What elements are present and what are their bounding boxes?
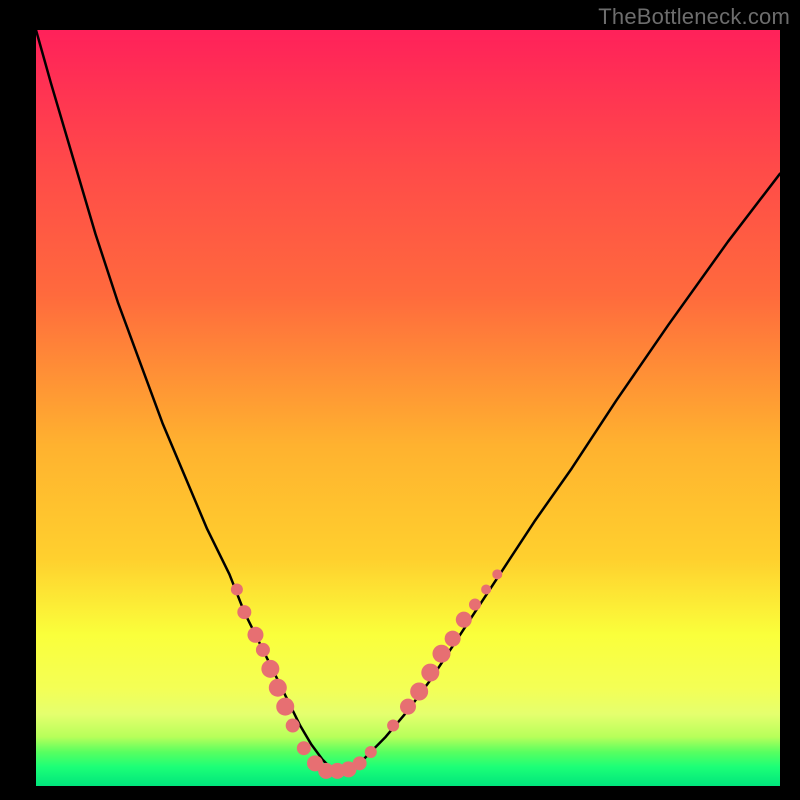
data-marker — [387, 720, 399, 732]
data-marker — [365, 746, 377, 758]
data-marker — [492, 569, 502, 579]
data-marker — [261, 660, 279, 678]
data-marker — [231, 583, 243, 595]
data-marker — [400, 699, 416, 715]
chart-container: TheBottleneck.com — [0, 0, 800, 800]
data-marker — [481, 584, 491, 594]
data-marker — [297, 741, 311, 755]
data-marker — [432, 645, 450, 663]
data-marker — [286, 719, 300, 733]
watermark-label: TheBottleneck.com — [598, 4, 790, 30]
data-marker — [456, 612, 472, 628]
gradient-background — [36, 30, 780, 786]
data-marker — [353, 756, 367, 770]
plot-area — [36, 30, 780, 786]
data-marker — [247, 627, 263, 643]
data-marker — [469, 599, 481, 611]
chart-svg — [36, 30, 780, 786]
data-marker — [410, 683, 428, 701]
data-marker — [421, 664, 439, 682]
data-marker — [256, 643, 270, 657]
data-marker — [445, 631, 461, 647]
data-marker — [237, 605, 251, 619]
data-marker — [276, 698, 294, 716]
data-marker — [269, 679, 287, 697]
